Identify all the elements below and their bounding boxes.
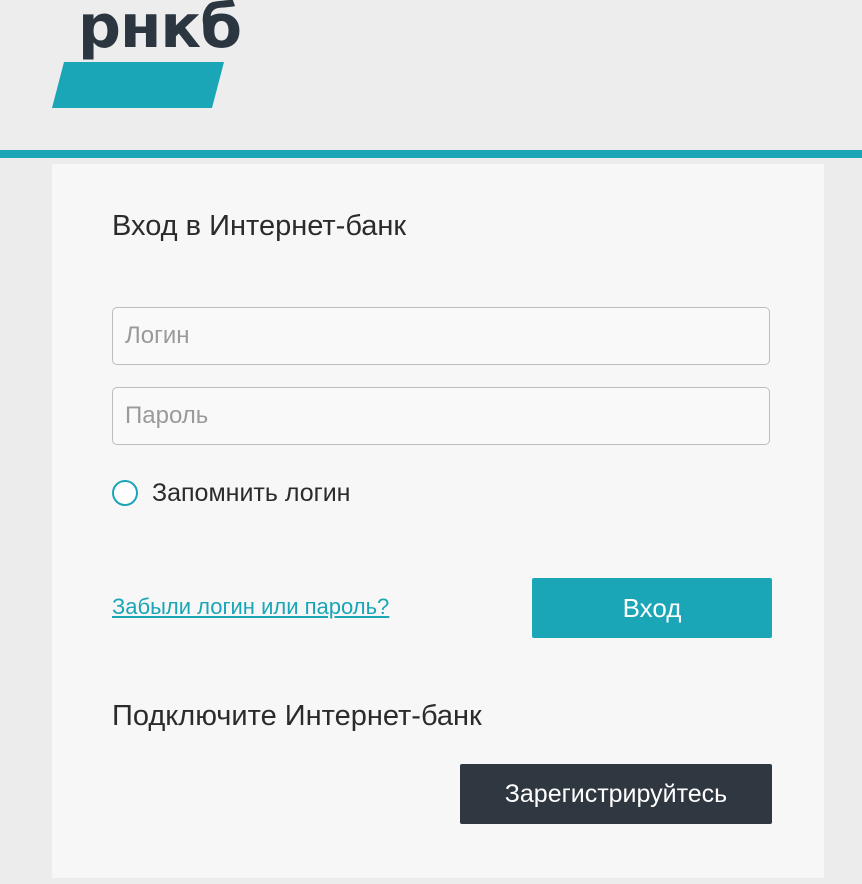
- remember-login-label: Запомнить логин: [152, 478, 351, 507]
- bank-logo[interactable]: рнкб: [52, 0, 242, 112]
- header: рнкб: [0, 0, 862, 150]
- login-button[interactable]: Вход: [532, 578, 772, 638]
- login-title: Вход в Интернет-банк: [112, 210, 407, 242]
- login-card: Вход в Интернет-банк Запомнить логин Заб…: [52, 164, 824, 878]
- logo-text: рнкб: [78, 0, 242, 62]
- logo-stripe-icon: [52, 62, 224, 108]
- connect-title: Подключите Интернет-банк: [112, 700, 482, 732]
- forgot-credentials-link[interactable]: Забыли логин или пароль?: [112, 594, 389, 620]
- login-input[interactable]: [112, 307, 770, 365]
- password-input[interactable]: [112, 387, 770, 445]
- register-button[interactable]: Зарегистрируйтесь: [460, 764, 772, 824]
- remember-login-option[interactable]: Запомнить логин: [112, 476, 351, 510]
- header-accent-line: [0, 150, 862, 158]
- remember-login-radio[interactable]: [112, 480, 138, 506]
